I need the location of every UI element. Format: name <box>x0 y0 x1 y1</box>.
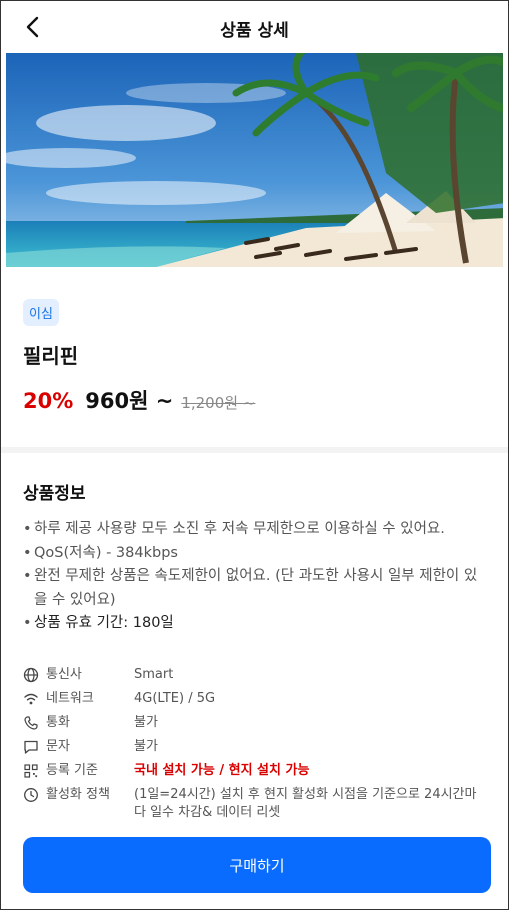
spec-value: 국내 설치 가능 / 현지 설치 가능 <box>134 762 310 778</box>
sale-price: 960원 ~ <box>85 389 174 413</box>
spec-value: 4G(LTE) / 5G <box>134 690 216 706</box>
spec-row-network: 네트워크 4G(LTE) / 5G <box>23 690 486 708</box>
message-icon <box>24 740 38 754</box>
spec-label: 등록 기준 <box>46 762 98 778</box>
section-title: 상품정보 <box>23 484 86 504</box>
phone-icon <box>24 715 38 730</box>
spec-label: 네트워크 <box>46 690 94 706</box>
product-info-section: 상품정보 하루 제공 사용량 모두 소진 후 저속 무제한으로 이용하실 수 있… <box>1 479 508 822</box>
spec-label: 통신사 <box>46 666 82 682</box>
discount-rate: 20% <box>23 389 74 413</box>
info-bullet: 완전 무제한 상품은 속도제한이 없어요. (단 과도한 사용시 일부 제한이 … <box>23 565 486 612</box>
spec-row-registration: 등록 기준 국내 설치 가능 / 현지 설치 가능 <box>23 762 486 780</box>
page-title: 상품 상세 <box>220 21 289 41</box>
spec-label: 활성화 정책 <box>46 786 110 802</box>
spec-list: 통신사 Smart 네트워크 4G(LTE) / 5G 통화 불가 문자 불가 … <box>23 666 486 822</box>
spec-label: 문자 <box>46 738 70 754</box>
spec-row-activation: 활성화 정책 (1일=24시간) 설치 후 현지 활성화 시점을 기준으로 24… <box>23 786 486 822</box>
spec-value: 불가 <box>134 714 158 730</box>
wifi-icon <box>24 693 38 704</box>
info-list: 하루 제공 사용량 모두 소진 후 저속 무제한으로 이용하실 수 있어요. Q… <box>23 518 486 636</box>
back-arrow-icon[interactable] <box>19 13 47 41</box>
price-row: 20% 960원 ~ 1,200원 ~ <box>23 385 486 415</box>
header: 상품 상세 <box>1 1 508 53</box>
info-bullet: 하루 제공 사용량 모두 소진 후 저속 무제한으로 이용하실 수 있어요. <box>23 518 486 542</box>
product-detail-page: 상품 상세 이심 필리핀 20% 960원 ~ 1,200원 ~ 상품정보 • … <box>0 0 509 910</box>
spec-value: 불가 <box>134 738 158 754</box>
product-name: 필리핀 <box>23 344 79 368</box>
spec-label: 통화 <box>46 714 70 730</box>
spec-row-call: 통화 불가 <box>23 714 486 732</box>
hero-image <box>6 53 503 267</box>
spec-value: Smart <box>134 666 174 682</box>
clock-icon <box>24 787 38 802</box>
buy-button[interactable]: 구매하기 <box>23 837 491 893</box>
original-price: 1,200원 ~ <box>181 394 256 412</box>
section-divider <box>1 447 508 453</box>
spec-value: (1일=24시간) 설치 후 현지 활성화 시점을 기준으로 24시간마다 일수… <box>134 786 477 820</box>
info-bullet: QoS(저속) - 384kbps <box>23 542 486 566</box>
info-bullet: 상품 유효 기간: 180일 <box>23 612 486 636</box>
qr-icon <box>24 763 38 778</box>
esim-badge: 이심 <box>23 299 59 326</box>
spec-row-carrier: 통신사 Smart <box>23 666 486 684</box>
spec-row-sms: 문자 불가 <box>23 738 486 756</box>
globe-icon <box>23 667 39 682</box>
product-summary: 이심 필리핀 20% 960원 ~ 1,200원 ~ <box>1 267 508 415</box>
